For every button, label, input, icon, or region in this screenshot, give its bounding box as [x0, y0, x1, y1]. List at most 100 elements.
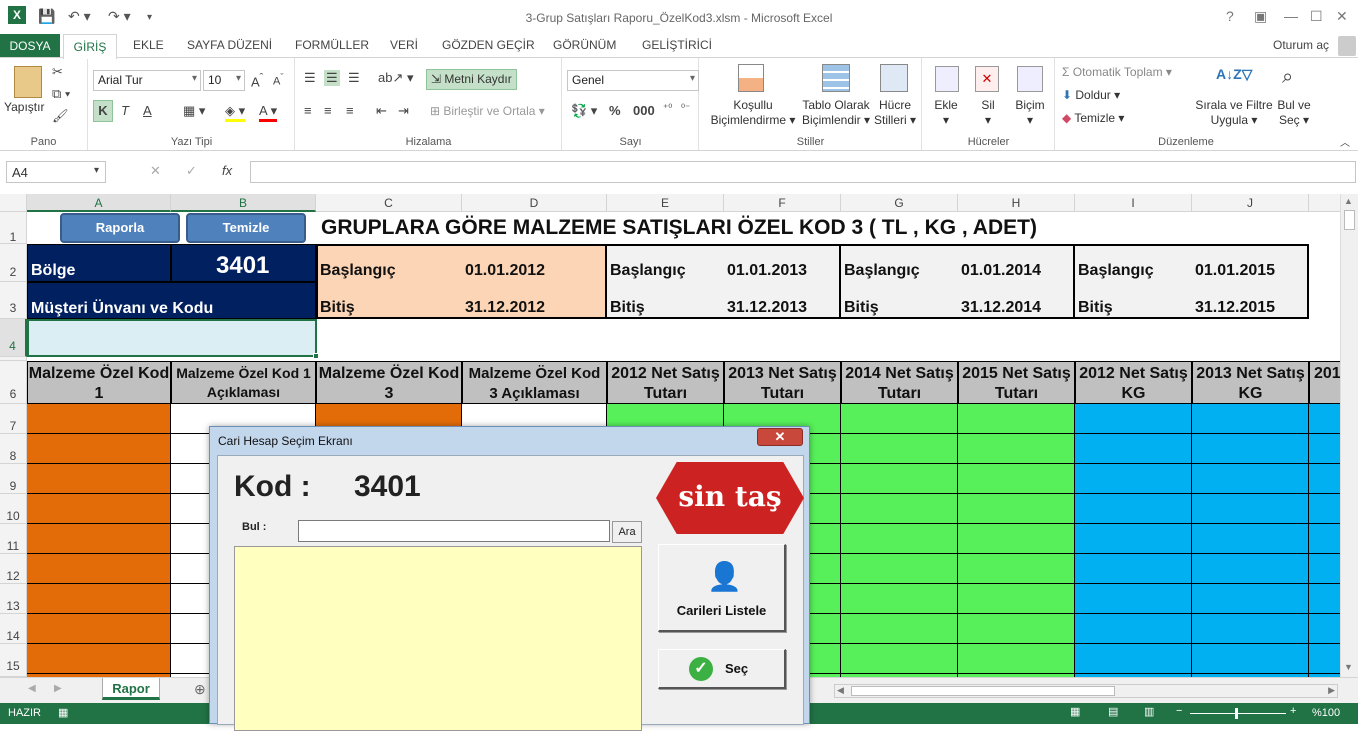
page-break-icon[interactable]: ▥: [1144, 705, 1154, 718]
decrease-decimal-icon[interactable]: ⁰⁻: [681, 103, 690, 114]
align-middle-icon[interactable]: ☰: [324, 70, 340, 86]
row-header-10[interactable]: 10: [0, 494, 27, 524]
header-ozel-kod-3-desc[interactable]: Malzeme Özel Kod 3 Açıklaması: [462, 361, 607, 404]
orientation-icon[interactable]: ab↗ ▾: [378, 70, 414, 86]
autosum-button[interactable]: Σ Otomatik Toplam ▾: [1062, 65, 1172, 80]
name-box[interactable]: A4: [6, 161, 106, 183]
bold-button[interactable]: K: [93, 100, 113, 122]
scroll-thumb[interactable]: [1344, 210, 1355, 230]
thousands-icon[interactable]: 000: [633, 103, 655, 118]
scroll-down-icon[interactable]: ▼: [1344, 662, 1353, 672]
shrink-font-icon[interactable]: Aˇ: [273, 72, 283, 88]
percent-button[interactable]: %: [609, 103, 621, 118]
decrease-indent-icon[interactable]: ⇤: [376, 103, 387, 119]
underline-button[interactable]: A: [143, 103, 152, 118]
col-header-b[interactable]: B: [171, 194, 316, 212]
customer-value-cell[interactable]: [27, 319, 317, 357]
list-accounts-button[interactable]: 👤 Carileri Listele: [658, 544, 786, 632]
horizontal-scrollbar[interactable]: ◀ ▶: [834, 684, 1338, 698]
hscroll-thumb[interactable]: [851, 686, 1115, 696]
page-layout-icon[interactable]: ▤: [1108, 705, 1118, 718]
sort-filter-button[interactable]: Sırala ve Filtre Uygula ▾: [1194, 98, 1274, 128]
header-2014-tutar[interactable]: 2014 Net Satış Tutarı: [841, 361, 958, 404]
row-header-2[interactable]: 2: [0, 244, 27, 282]
row-header-6[interactable]: 6: [0, 361, 27, 404]
font-size-select[interactable]: 10: [203, 70, 245, 91]
cell-styles-button[interactable]: Hücre Stilleri ▾: [872, 98, 918, 128]
region-value-cell[interactable]: 3401: [171, 244, 316, 282]
dialog-close-button[interactable]: ✕: [757, 428, 803, 446]
next-sheet-icon[interactable]: ▶: [54, 683, 62, 694]
macro-record-icon[interactable]: ▦: [58, 706, 68, 719]
zoom-out-icon[interactable]: −: [1176, 705, 1182, 717]
add-sheet-icon[interactable]: ⊕: [194, 681, 206, 698]
format-painter-icon[interactable]: 🖌: [52, 108, 69, 124]
normal-view-icon[interactable]: ▦: [1070, 705, 1080, 718]
zoom-in-icon[interactable]: +: [1290, 705, 1296, 717]
row-header-14[interactable]: 14: [0, 614, 27, 644]
tab-veri[interactable]: VERİ: [390, 38, 418, 52]
selection-handle[interactable]: [313, 353, 319, 359]
italic-button[interactable]: T: [121, 103, 129, 118]
align-center-icon[interactable]: ≡: [324, 103, 332, 118]
region-label-cell[interactable]: Bölge: [27, 244, 171, 282]
currency-icon[interactable]: 💱 ▾: [571, 103, 597, 119]
col-header-i[interactable]: I: [1075, 194, 1192, 212]
row-header-15[interactable]: 15: [0, 644, 27, 677]
col-header-d[interactable]: D: [462, 194, 607, 212]
find-button[interactable]: Ara: [612, 521, 642, 543]
sign-in-link[interactable]: Oturum aç: [1273, 38, 1329, 52]
cut-icon[interactable]: ✂: [52, 64, 63, 80]
number-format-select[interactable]: Genel: [567, 70, 699, 91]
grow-font-icon[interactable]: Aˆ: [251, 72, 263, 89]
header-2012-tutar[interactable]: 2012 Net Satış Tutarı: [607, 361, 724, 404]
align-left-icon[interactable]: ≡: [304, 103, 312, 118]
blue-columns[interactable]: [1075, 404, 1340, 677]
end-date-2014[interactable]: 31.12.2014: [961, 299, 1041, 317]
tab-gelistirici[interactable]: GELİŞTİRİCİ: [642, 38, 712, 52]
zoom-thumb[interactable]: [1235, 708, 1238, 719]
merge-center-button[interactable]: ⊞ Birleştir ve Ortala ▾: [430, 104, 545, 119]
row-header-13[interactable]: 13: [0, 584, 27, 614]
format-table-button[interactable]: Tablo Olarak Biçimlendir ▾: [798, 98, 874, 128]
col-header-c[interactable]: C: [316, 194, 462, 212]
row-header-4[interactable]: 4: [0, 319, 27, 357]
header-ozel-kod-1[interactable]: Malzeme Özel Kod 1: [27, 361, 171, 404]
start-date-2015[interactable]: 01.01.2015: [1195, 262, 1275, 280]
start-date-2014[interactable]: 01.01.2014: [961, 262, 1041, 280]
collapse-ribbon-icon[interactable]: ︿: [1340, 134, 1350, 149]
col-header-a[interactable]: A: [27, 194, 171, 212]
fill-color-icon[interactable]: ◈ ▾: [225, 103, 246, 122]
scroll-up-icon[interactable]: ▲: [1344, 196, 1353, 206]
row-header-9[interactable]: 9: [0, 464, 27, 494]
customer-label-cell[interactable]: Müşteri Ünvanı ve Kodu: [27, 282, 316, 319]
col-header-h[interactable]: H: [958, 194, 1075, 212]
header-2013-tutar[interactable]: 2013 Net Satış Tutarı: [724, 361, 841, 404]
maximize-icon[interactable]: ☐: [1310, 8, 1323, 25]
find-input[interactable]: [298, 520, 610, 542]
end-date-2013[interactable]: 31.12.2013: [727, 299, 807, 317]
header-2013-kg[interactable]: 2013 Net Satış KG: [1192, 361, 1309, 404]
row-header-11[interactable]: 11: [0, 524, 27, 554]
help-icon[interactable]: ?: [1226, 8, 1234, 24]
find-select-button[interactable]: Bul ve Seç ▾: [1276, 98, 1312, 128]
align-bottom-icon[interactable]: ☰: [348, 70, 360, 86]
tab-gozden-gecir[interactable]: GÖZDEN GEÇİR: [442, 38, 535, 52]
minimize-icon[interactable]: —: [1284, 8, 1298, 24]
zoom-slider[interactable]: [1190, 713, 1286, 714]
start-date-2012[interactable]: 01.01.2012: [465, 262, 545, 280]
font-name-select[interactable]: Arial Tur: [93, 70, 201, 91]
align-top-icon[interactable]: ☰: [304, 70, 316, 86]
hscroll-left-icon[interactable]: ◀: [837, 685, 844, 696]
col-header-k[interactable]: [1309, 194, 1340, 212]
tab-dosya[interactable]: DOSYA: [0, 34, 60, 58]
row-header-8[interactable]: 8: [0, 434, 27, 464]
col-header-g[interactable]: G: [841, 194, 958, 212]
row-header-1[interactable]: 1: [0, 212, 27, 244]
header-2015-tutar[interactable]: 2015 Net Satış Tutarı: [958, 361, 1075, 404]
format-cells-button[interactable]: Biçim ▾: [1013, 98, 1047, 128]
borders-icon[interactable]: ▦ ▾: [183, 103, 205, 119]
orange-column-a[interactable]: [27, 404, 171, 677]
tab-giris[interactable]: GİRİŞ: [63, 34, 117, 59]
sheet-tab-rapor[interactable]: Rapor: [102, 678, 160, 700]
